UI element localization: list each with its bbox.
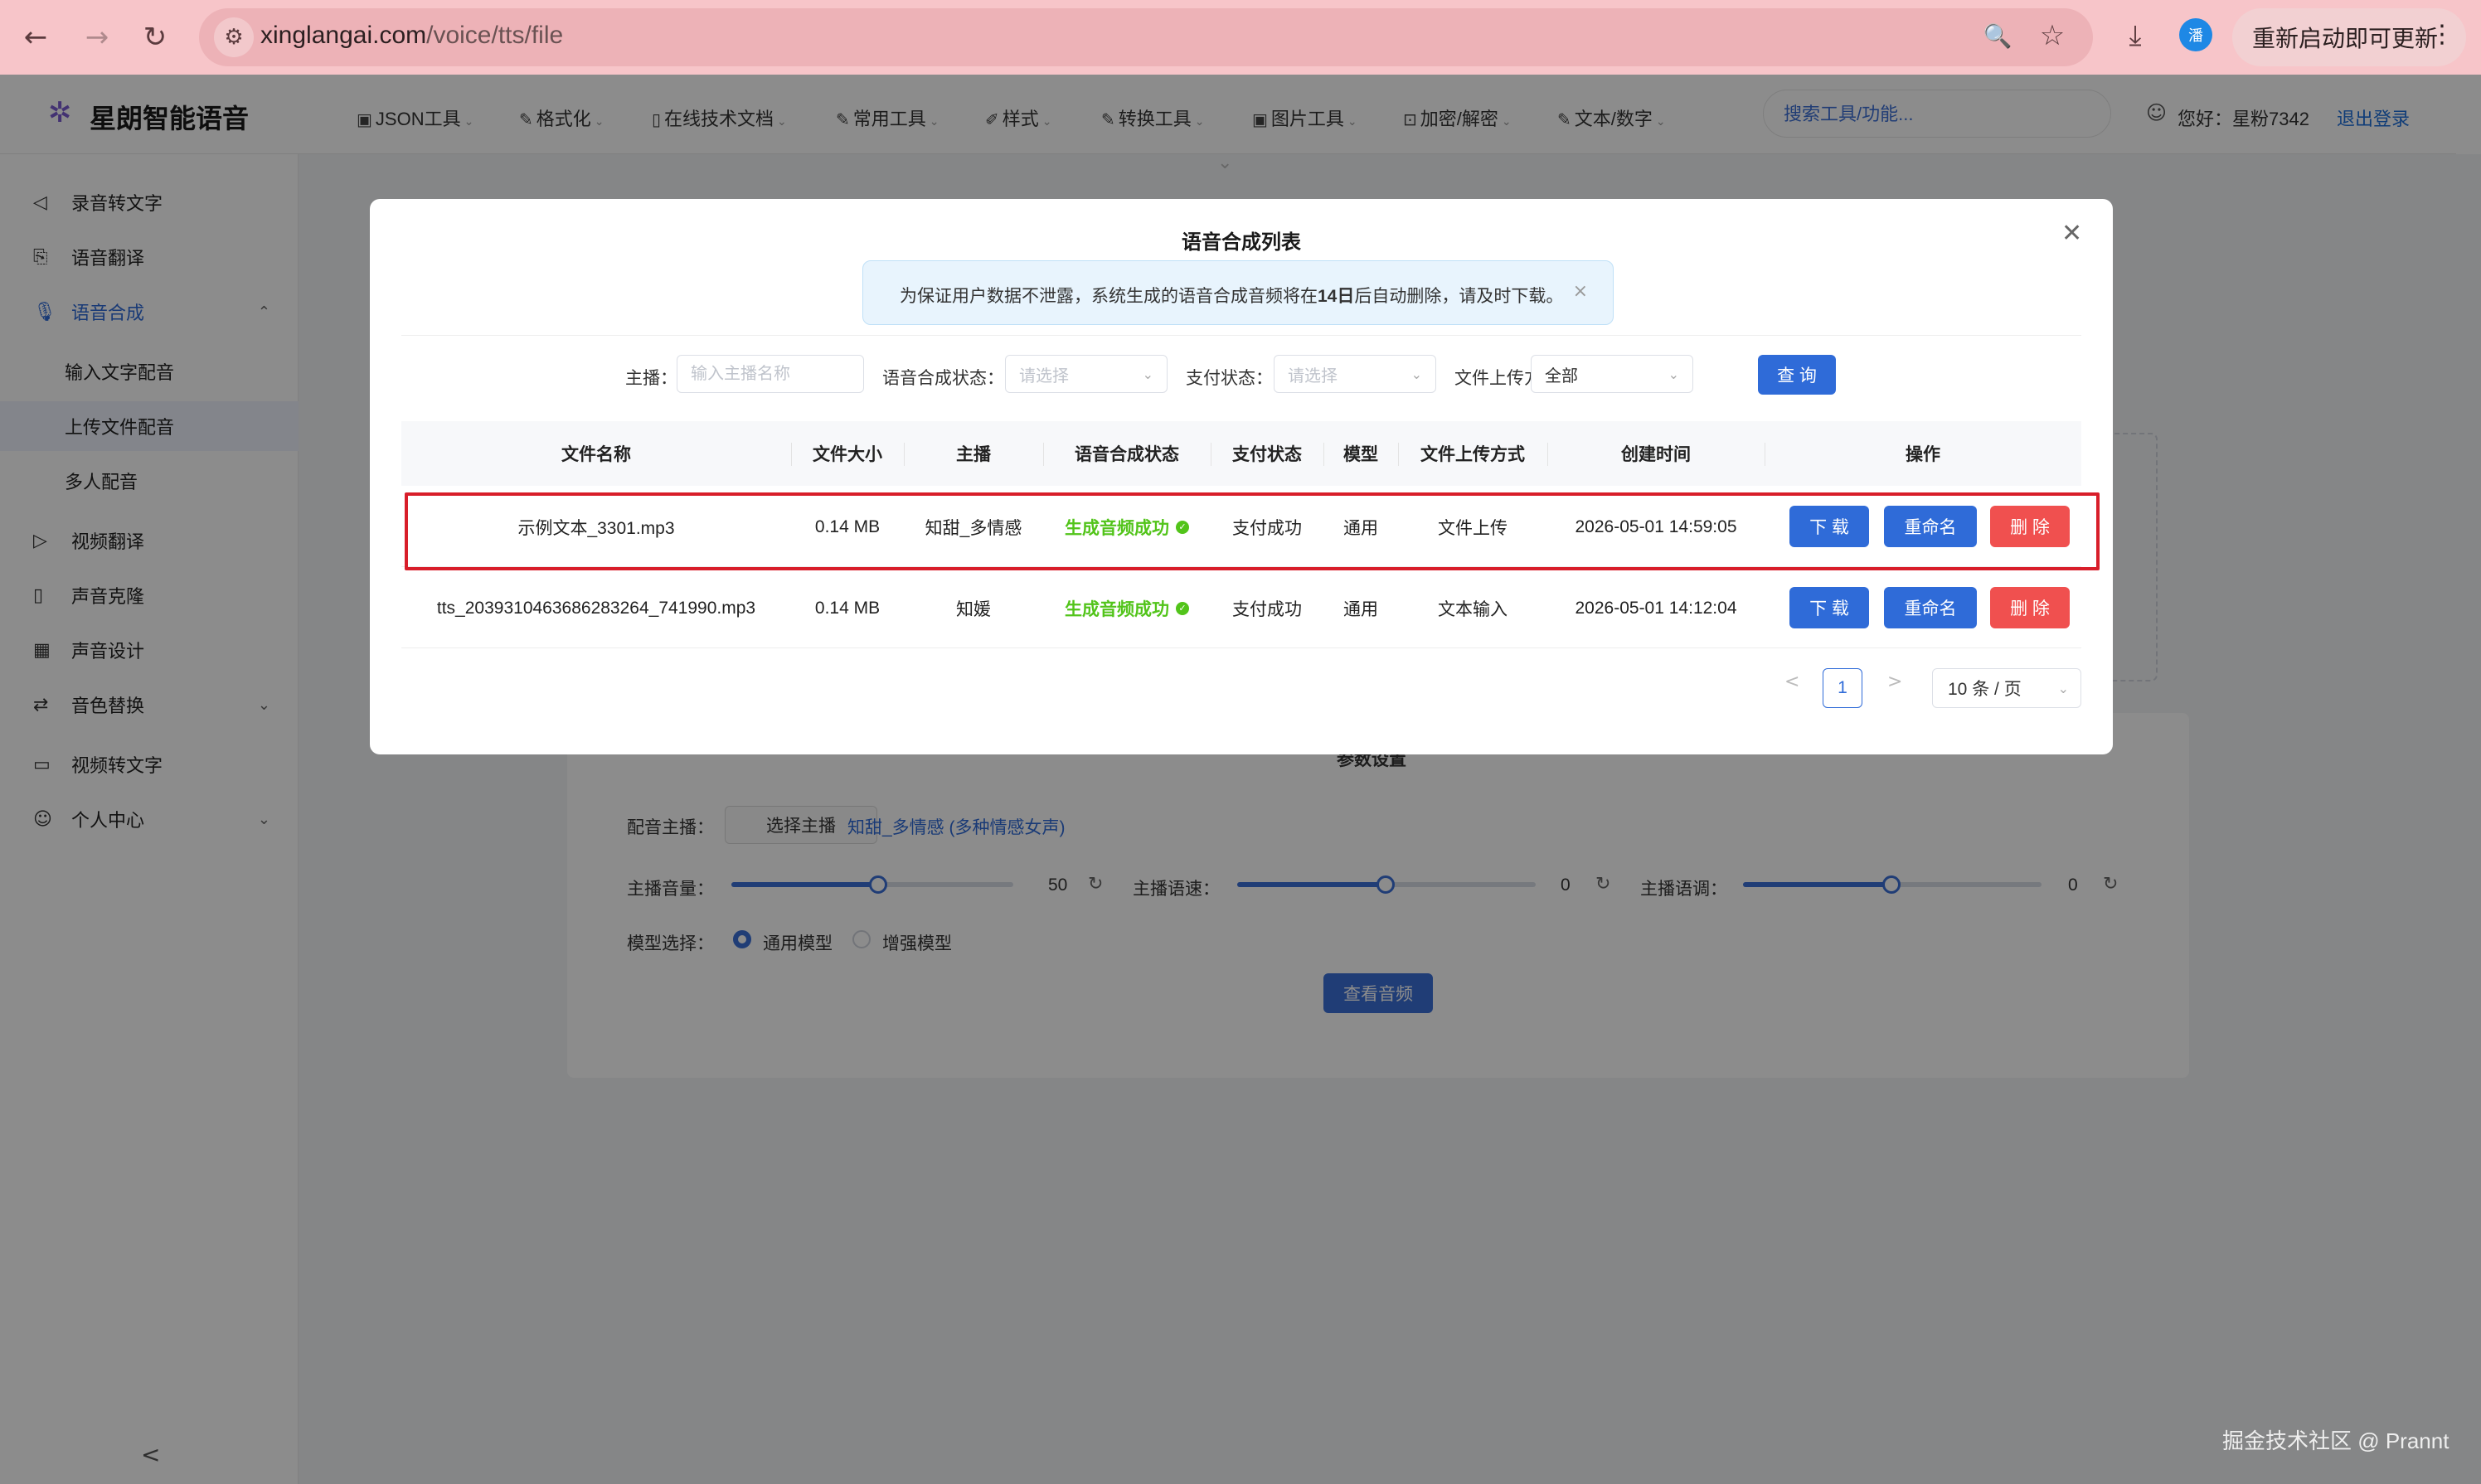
check-circle-icon: ✓	[1176, 602, 1189, 615]
created-time-cell: 2026-05-01 14:12:04	[1575, 599, 1737, 618]
query-button[interactable]: 查 询	[1758, 355, 1836, 395]
column-header: 语音合成状态	[1075, 445, 1179, 464]
zoom-icon[interactable]: 🔍	[1977, 15, 2018, 56]
url-host: xinglangai.com	[260, 22, 427, 49]
page-size-value: 10 条 / 页	[1948, 680, 2022, 699]
tts-status-label: 语音合成状态：	[882, 369, 1004, 388]
tts-status-cell: 生成音频成功 ✓	[1043, 569, 1211, 648]
notice-close-icon[interactable]: ×	[1573, 281, 1588, 302]
chevron-down-icon: ⌄	[1668, 366, 1679, 382]
model-cell: 通用	[1343, 600, 1378, 619]
address-bar[interactable]: ⚙ xinglangai.com/voice/tts/file	[199, 8, 2093, 66]
forward-icon[interactable]: →	[76, 17, 118, 58]
divider	[401, 335, 2081, 336]
file-size-cell: 0.14 MB	[814, 599, 881, 618]
column-header: 文件上传方式	[1420, 445, 1525, 464]
next-page-icon[interactable]: >	[1887, 672, 1902, 692]
page-size-select[interactable]: 10 条 / 页 ⌄	[1932, 668, 2081, 708]
site-settings-icon[interactable]: ⚙	[214, 17, 254, 57]
table-row: tts_2039310463686283264_741990.mp3 0.14 …	[401, 569, 2081, 648]
tts-status-select[interactable]: 请选择 ⌄	[1005, 355, 1168, 393]
notice-days: 14日	[1318, 287, 1355, 306]
profile-avatar[interactable]: 潘	[2179, 18, 2212, 51]
column-header: 文件名称	[561, 445, 631, 464]
download-icon[interactable]: ⤓	[2114, 15, 2156, 56]
anchor-filter[interactable]	[677, 355, 864, 393]
column-header: 文件大小	[813, 445, 882, 464]
chevron-down-icon: ⌄	[1142, 366, 1153, 382]
table-header: 文件名称 文件大小 主播 语音合成状态 支付状态 模型 文件上传方式 创建时间 …	[401, 421, 2081, 486]
watermark: 掘金技术社区 @ Prannt	[2222, 1428, 2449, 1453]
browser-toolbar: ← → ↻ ⚙ xinglangai.com/voice/tts/file 🔍 …	[0, 0, 2481, 75]
row-highlight-annotation	[405, 492, 2100, 570]
anchor-filter-label: 主播：	[625, 369, 677, 388]
anchor-filter-input[interactable]	[691, 364, 863, 384]
close-icon[interactable]: ✕	[2061, 219, 2082, 248]
update-label: 重新启动即可更新	[2252, 26, 2439, 51]
back-icon[interactable]: ←	[15, 17, 56, 58]
column-header: 模型	[1343, 445, 1378, 464]
column-header: 操作	[1906, 445, 1940, 464]
notice-text-post: 后自动删除，请及时下载。	[1354, 287, 1564, 306]
upload-method-select[interactable]: 全部 ⌄	[1531, 355, 1693, 393]
chevron-down-icon: ⌄	[2057, 680, 2069, 696]
restart-update-button[interactable]: 重新启动即可更新 ⋮	[2232, 8, 2466, 66]
status-text: 生成音频成功	[1065, 600, 1169, 619]
select-value: 全部	[1545, 366, 1578, 386]
prev-page-icon[interactable]: <	[1784, 672, 1799, 692]
select-placeholder: 请选择	[1019, 366, 1069, 386]
upload-method-cell: 文本输入	[1438, 600, 1508, 619]
tts-list-modal: 语音合成列表 ✕ 为保证用户数据不泄露，系统生成的语音合成音频将在14日后自动删…	[370, 199, 2113, 754]
column-header: 创建时间	[1621, 445, 1691, 464]
page-1-button[interactable]: 1	[1823, 668, 1862, 708]
bookmark-star-icon[interactable]: ☆	[2032, 15, 2073, 56]
download-button[interactable]: 下 载	[1789, 587, 1869, 628]
modal-title: 语音合成列表	[1182, 231, 1301, 254]
notice-text-pre: 为保证用户数据不泄露，系统生成的语音合成音频将在	[900, 287, 1318, 306]
menu-icon[interactable]: ⋮	[2430, 20, 2454, 49]
notice-text: 为保证用户数据不泄露，系统生成的语音合成音频将在14日后自动删除，请及时下载。	[900, 283, 1563, 308]
delete-button[interactable]: 删 除	[1990, 587, 2070, 628]
chevron-down-icon: ⌄	[1410, 366, 1422, 382]
url-text[interactable]: xinglangai.com/voice/tts/file	[260, 22, 563, 50]
reload-icon[interactable]: ↻	[134, 17, 176, 58]
select-placeholder: 请选择	[1288, 366, 1338, 386]
url-path: /voice/tts/file	[426, 22, 564, 49]
pay-status-label: 支付状态：	[1186, 369, 1273, 388]
column-header: 支付状态	[1232, 445, 1302, 464]
file-name-cell: tts_2039310463686283264_741990.mp3	[436, 599, 756, 618]
pay-status-select[interactable]: 请选择 ⌄	[1274, 355, 1436, 393]
anchor-cell: 知媛	[956, 600, 991, 619]
column-header: 主播	[956, 445, 991, 464]
rename-button[interactable]: 重命名	[1884, 587, 1977, 628]
pay-status-cell: 支付成功	[1232, 600, 1302, 619]
retention-notice: 为保证用户数据不泄露，系统生成的语音合成音频将在14日后自动删除，请及时下载。 …	[862, 260, 1614, 325]
